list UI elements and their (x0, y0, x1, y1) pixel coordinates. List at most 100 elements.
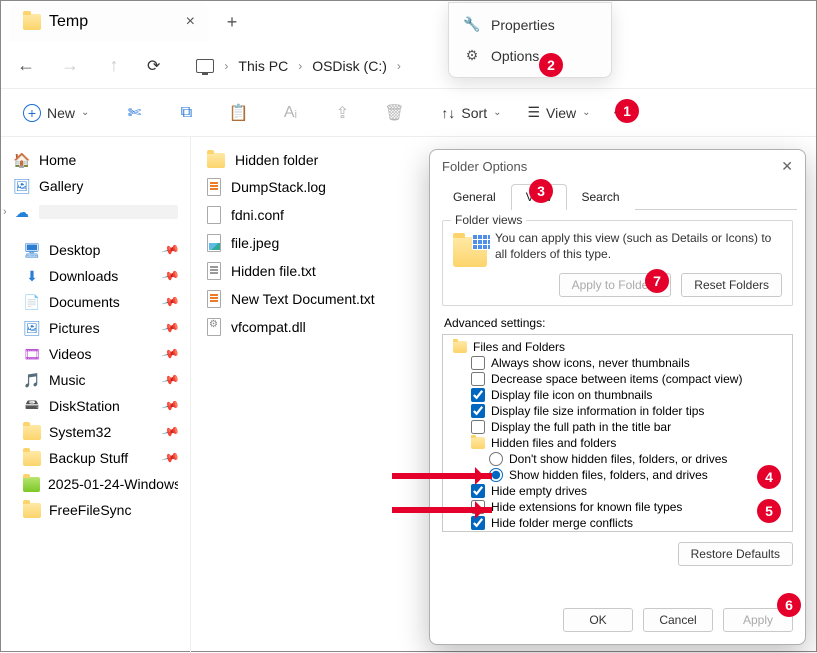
text-file-icon (207, 262, 221, 280)
menu-options[interactable]: ⚙ Options (455, 40, 605, 71)
sidebar-gallery[interactable]: 🖼Gallery (5, 173, 186, 199)
copy-icon[interactable]: ⧉ (169, 104, 203, 122)
folder-options-dialog: Folder Options ✕ General View Search Fol… (429, 149, 806, 645)
cut-icon[interactable]: ✄ (117, 103, 151, 123)
refresh-button[interactable]: ⟳ (147, 56, 160, 76)
reset-folders-button[interactable]: Reset Folders (681, 273, 782, 297)
share-icon[interactable]: ⇪ (325, 103, 359, 123)
sidebar-diskstation[interactable]: 🖴DiskStation📌 (5, 393, 186, 419)
annotation-arrow (392, 507, 492, 513)
pin-icon: 📌 (161, 344, 181, 364)
sidebar-documents[interactable]: 📄Documents📌 (5, 289, 186, 315)
pin-icon: 📌 (161, 448, 181, 468)
annotation-badge-3: 3 (529, 179, 553, 203)
delete-icon[interactable]: 🗑 (377, 103, 411, 123)
tree-label: Display file size information in folder … (491, 404, 704, 418)
advanced-settings-tree[interactable]: Files and Folders Always show icons, nev… (442, 334, 793, 532)
checkbox[interactable] (471, 420, 485, 434)
crumb-osdisk[interactable]: OSDisk (C:) (312, 58, 387, 74)
tab-temp[interactable]: Temp × (9, 3, 209, 41)
folder-icon (207, 153, 225, 168)
sidebar-freefilesync[interactable]: FreeFileSync (5, 497, 186, 523)
tree-label: Hidden files and folders (491, 436, 616, 450)
opt-file-icon-thumb[interactable]: Display file icon on thumbnails (449, 387, 786, 403)
annotation-badge-4: 4 (757, 465, 781, 489)
radio-show-hidden[interactable]: Show hidden files, folders, and drives (449, 467, 786, 483)
sidebar-onedrive[interactable]: ›☁ (5, 199, 186, 225)
pin-icon: 📌 (161, 292, 181, 312)
checkbox[interactable] (471, 404, 485, 418)
forward-button[interactable]: → (59, 55, 81, 76)
opt-compact[interactable]: Decrease space between items (compact vi… (449, 371, 786, 387)
tree-label: Don't show hidden files, folders, or dri… (509, 452, 727, 466)
tree-label: Display file icon on thumbnails (491, 388, 652, 402)
ok-button[interactable]: OK (563, 608, 633, 632)
plus-icon: + (23, 104, 41, 122)
opt-always-icons[interactable]: Always show icons, never thumbnails (449, 355, 786, 371)
radio[interactable] (489, 452, 503, 466)
sidebar-label: Downloads (49, 268, 118, 284)
sidebar-backup[interactable]: Backup Stuff📌 (5, 445, 186, 471)
chevron-down-icon: ⌄ (582, 107, 590, 118)
cancel-button[interactable]: Cancel (643, 608, 713, 632)
sidebar-dated[interactable]: 2025-01-24-Windows-tips (5, 471, 186, 497)
file-name: New Text Document.txt (231, 291, 375, 307)
radio-dont-show-hidden[interactable]: Don't show hidden files, folders, or dri… (449, 451, 786, 467)
pin-icon: 📌 (161, 396, 181, 416)
opt-hide-extensions[interactable]: Hide extensions for known file types (449, 499, 786, 515)
gear-icon: ⚙ (463, 47, 481, 64)
checkbox[interactable] (471, 356, 485, 370)
view-button[interactable]: ☰ View ⌄ (523, 104, 594, 121)
annotation-badge-2: 2 (539, 53, 563, 77)
folder-icon (23, 425, 41, 440)
sidebar-system32[interactable]: System32📌 (5, 419, 186, 445)
checkbox[interactable] (471, 484, 485, 498)
opt-hide-empty-drives[interactable]: Hide empty drives (449, 483, 786, 499)
close-tab-icon[interactable]: × (186, 13, 195, 31)
tab-search[interactable]: Search (567, 184, 635, 210)
menu-properties[interactable]: 🔧 Properties (455, 9, 605, 40)
tab-general[interactable]: General (438, 184, 511, 210)
folder-icon (23, 503, 41, 518)
paste-icon[interactable]: 📋 (221, 103, 255, 123)
dialog-titlebar: Folder Options ✕ (430, 150, 805, 183)
restore-defaults-button[interactable]: Restore Defaults (678, 542, 793, 566)
opt-hide-merge-conflicts[interactable]: Hide folder merge conflicts (449, 515, 786, 531)
chevron-right-icon[interactable]: › (3, 206, 7, 218)
up-button[interactable]: ↑ (103, 55, 125, 76)
group-title: Folder views (451, 213, 526, 227)
breadcrumb[interactable]: › This PC › OSDisk (C:) › (196, 58, 400, 74)
dll-file-icon (207, 318, 221, 336)
sidebar-label: Videos (49, 346, 92, 362)
opt-file-size-tips[interactable]: Display file size information in folder … (449, 403, 786, 419)
tree-hidden-group: Hidden files and folders (449, 435, 786, 451)
file-name: DumpStack.log (231, 179, 326, 195)
checkbox[interactable] (471, 388, 485, 402)
nav-bar: ← → ↑ ⟳ › This PC › OSDisk (C:) › (1, 43, 816, 89)
text-file-icon (207, 290, 221, 308)
crumb-this-pc[interactable]: This PC (238, 58, 288, 74)
checkbox[interactable] (471, 372, 485, 386)
wrench-icon: 🔧 (463, 16, 481, 33)
opt-full-path[interactable]: Display the full path in the title bar (449, 419, 786, 435)
sort-label: Sort (461, 105, 487, 121)
rename-icon[interactable]: Aᵢ (273, 104, 307, 122)
back-button[interactable]: ← (15, 55, 37, 76)
new-tab-button[interactable]: + (217, 12, 247, 33)
sidebar-downloads[interactable]: ⬇Downloads📌 (5, 263, 186, 289)
pin-icon: 📌 (161, 266, 181, 286)
sidebar-videos[interactable]: 🎞Videos📌 (5, 341, 186, 367)
new-button[interactable]: + New ⌄ (13, 100, 99, 126)
sidebar-pictures[interactable]: 🖼Pictures📌 (5, 315, 186, 341)
sidebar: 🏠Home 🖼Gallery ›☁ 🖥Desktop📌 ⬇Downloads📌 … (1, 137, 191, 653)
sidebar-home[interactable]: 🏠Home (5, 147, 186, 173)
toolbar: + New ⌄ ✄ ⧉ 📋 Aᵢ ⇪ 🗑 ↑↓ Sort ⌄ ☰ View ⌄ … (1, 89, 816, 137)
sidebar-desktop[interactable]: 🖥Desktop📌 (5, 237, 186, 263)
music-icon: 🎵 (23, 372, 41, 388)
sidebar-label: 2025-01-24-Windows-tips (48, 476, 178, 492)
file-name: fdni.conf (231, 207, 284, 223)
sidebar-music[interactable]: 🎵Music📌 (5, 367, 186, 393)
pin-icon: 📌 (161, 240, 181, 260)
sort-button[interactable]: ↑↓ Sort ⌄ (437, 105, 505, 121)
close-icon[interactable]: ✕ (781, 158, 793, 175)
